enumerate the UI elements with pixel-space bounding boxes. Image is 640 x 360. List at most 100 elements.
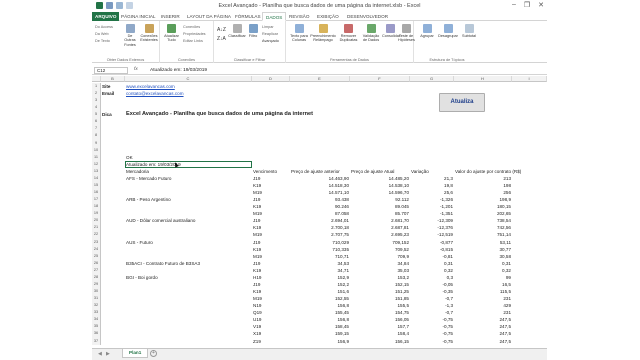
row-header[interactable]: 33 (92, 309, 101, 317)
preco-anterior-cell[interactable]: 158,45 (291, 323, 349, 330)
preco-atual-cell[interactable]: 155,5 (351, 302, 410, 309)
tab-desenvolvedor[interactable]: DESENVOLVEDOR (344, 12, 391, 21)
row-header[interactable]: 21 (92, 224, 101, 232)
vencimento-cell[interactable]: M19 (253, 295, 289, 302)
vencimento-cell[interactable]: J19 (253, 175, 289, 182)
row-header[interactable]: 34 (92, 316, 101, 324)
variacao-cell[interactable]: -0,81 (411, 253, 453, 260)
row-header[interactable]: 9 (92, 139, 101, 147)
sheet-prev-icon[interactable]: ◀ (98, 351, 102, 357)
conexoes-link[interactable]: Conexões (183, 25, 200, 29)
conexoes-existentes-button[interactable]: Conexões Existentes (140, 24, 158, 43)
preco-anterior-cell[interactable]: 152,9 (291, 274, 350, 281)
preco-anterior-cell[interactable]: 156,9 (291, 338, 350, 345)
preco-anterior-cell[interactable]: 710,029 (291, 239, 349, 246)
mercadoria-cell[interactable]: AFS - Mercado Futuro (126, 175, 251, 182)
row-header[interactable]: 1 (92, 83, 101, 91)
ajuste-cell[interactable]: 0,32 (455, 267, 511, 274)
preco-anterior-cell[interactable]: 155,45 (291, 309, 349, 316)
ajuste-cell[interactable]: 231 (455, 309, 511, 316)
column-header-g[interactable]: G (410, 76, 454, 82)
preco-atual-cell[interactable]: 154,75 (351, 309, 409, 316)
preco-anterior-cell[interactable]: 2.694,01 (291, 217, 349, 224)
column-header-c[interactable]: C (125, 76, 252, 82)
preco-anterior-cell[interactable]: 2.707,75 (291, 231, 349, 238)
variacao-cell[interactable]: -12,519 (411, 231, 453, 238)
preco-atual-cell[interactable]: 157,7 (351, 323, 410, 330)
reaplicar-link[interactable]: Reaplicar (262, 32, 278, 36)
row-header[interactable]: 6 (92, 118, 101, 126)
preco-anterior-cell[interactable]: 156,8 (291, 302, 350, 309)
preco-atual-cell[interactable]: 151,85 (351, 295, 409, 302)
minimize-button[interactable]: – (512, 1, 516, 9)
row-header[interactable]: 15 (92, 181, 101, 190)
column-header-i[interactable]: I (512, 76, 547, 82)
validacao-button[interactable]: Validação de Dados (361, 24, 381, 43)
restore-button[interactable]: ❐ (524, 1, 530, 9)
preco-atual-cell[interactable]: 152,15 (351, 281, 409, 288)
avancado-link[interactable]: Avançado (262, 39, 279, 43)
vencimento-cell[interactable]: Z19 (253, 338, 289, 345)
variacao-cell[interactable]: -0,75 (411, 316, 453, 323)
row-header[interactable]: 12 (92, 160, 101, 168)
vencimento-cell[interactable]: K19 (253, 182, 289, 189)
do-access-button[interactable]: Do Access (95, 25, 113, 29)
mercadoria-cell[interactable]: BGI - Boi gordo (126, 274, 251, 281)
preco-atual-cell[interactable]: 156,15 (351, 338, 409, 345)
column-header-e[interactable]: E (290, 76, 350, 82)
preco-atual-cell[interactable]: 85.707 (351, 210, 409, 217)
variacao-cell[interactable]: 0,32 (411, 267, 453, 274)
ajuste-cell[interactable]: 213 (455, 175, 511, 182)
vencimento-cell[interactable]: M19 (253, 253, 289, 260)
vencimento-cell[interactable]: M19 (253, 189, 289, 196)
vencimento-cell[interactable]: M19 (253, 231, 289, 238)
row-header[interactable]: 35 (92, 323, 101, 331)
preco-anterior-cell[interactable]: 156,8 (291, 316, 350, 323)
ajuste-cell[interactable]: 198 (455, 182, 511, 189)
row-header[interactable]: 27 (92, 266, 101, 274)
mercadoria-cell[interactable]: ARB - Peso Argentino (126, 196, 251, 203)
ajuste-cell[interactable]: 231 (455, 295, 511, 302)
row-header[interactable]: 4 (92, 104, 101, 112)
variacao-cell[interactable]: 19,8 (411, 182, 453, 189)
ajuste-cell[interactable]: 99 (455, 274, 511, 281)
formula-input[interactable]: Atualizado em: 19/03/2019 (150, 67, 207, 74)
preco-anterior-cell[interactable]: 87.058 (291, 210, 349, 217)
preco-atual-cell[interactable]: 35,03 (351, 267, 410, 274)
desagrupar-button[interactable]: Desagrupar (437, 24, 459, 38)
tab-dados[interactable]: DADOS (262, 12, 287, 21)
ajuste-cell[interactable]: 202,65 (455, 210, 511, 217)
row-header[interactable]: 16 (92, 189, 101, 197)
vencimento-cell[interactable]: K19 (253, 203, 289, 210)
ajuste-cell[interactable]: 247,5 (455, 338, 512, 345)
variacao-cell[interactable]: 0,31 (411, 260, 453, 267)
column-header-h[interactable]: H (454, 76, 512, 82)
site-link[interactable]: www.excelavancas.com (126, 83, 251, 90)
subtotal-button[interactable]: Subtotal (460, 24, 478, 38)
row-header[interactable]: 29 (92, 280, 101, 289)
column-header-d[interactable]: D (252, 76, 290, 82)
preco-anterior-cell[interactable]: 34,53 (291, 260, 350, 267)
email-link[interactable]: contato@excelavancas.com (126, 90, 251, 97)
row-header[interactable]: 28 (92, 273, 101, 281)
preco-anterior-cell[interactable]: 14.571,10 (291, 189, 349, 196)
vencimento-cell[interactable]: M19 (253, 210, 289, 217)
variacao-cell[interactable]: -12,309 (411, 217, 453, 224)
da-web-button[interactable]: Da Web (95, 32, 109, 36)
row-header[interactable]: 19 (92, 210, 101, 218)
row-header[interactable]: 10 (92, 146, 101, 154)
preco-atual-cell[interactable]: 89.045 (351, 203, 409, 210)
preco-anterior-cell[interactable]: 14.518,30 (291, 182, 349, 189)
atualiza-button[interactable]: Atualiza (439, 93, 485, 112)
variacao-cell[interactable]: -12,376 (411, 224, 453, 231)
consolidar-button[interactable]: Consolidar (382, 24, 400, 38)
teste-hipoteses-button[interactable]: Teste de Hipóteses (398, 24, 415, 43)
sheet-next-icon[interactable]: ▶ (106, 351, 110, 357)
row-header[interactable]: 14 (92, 174, 101, 182)
vencimento-cell[interactable]: K19 (253, 267, 289, 274)
preco-atual-cell[interactable]: 156,05 (351, 316, 409, 323)
preco-atual-cell[interactable]: 92.112 (351, 196, 409, 203)
vencimento-cell[interactable]: Q19 (253, 309, 289, 316)
preco-anterior-cell[interactable]: 151,6 (291, 288, 350, 295)
variacao-cell[interactable]: -0,7 (411, 309, 453, 316)
